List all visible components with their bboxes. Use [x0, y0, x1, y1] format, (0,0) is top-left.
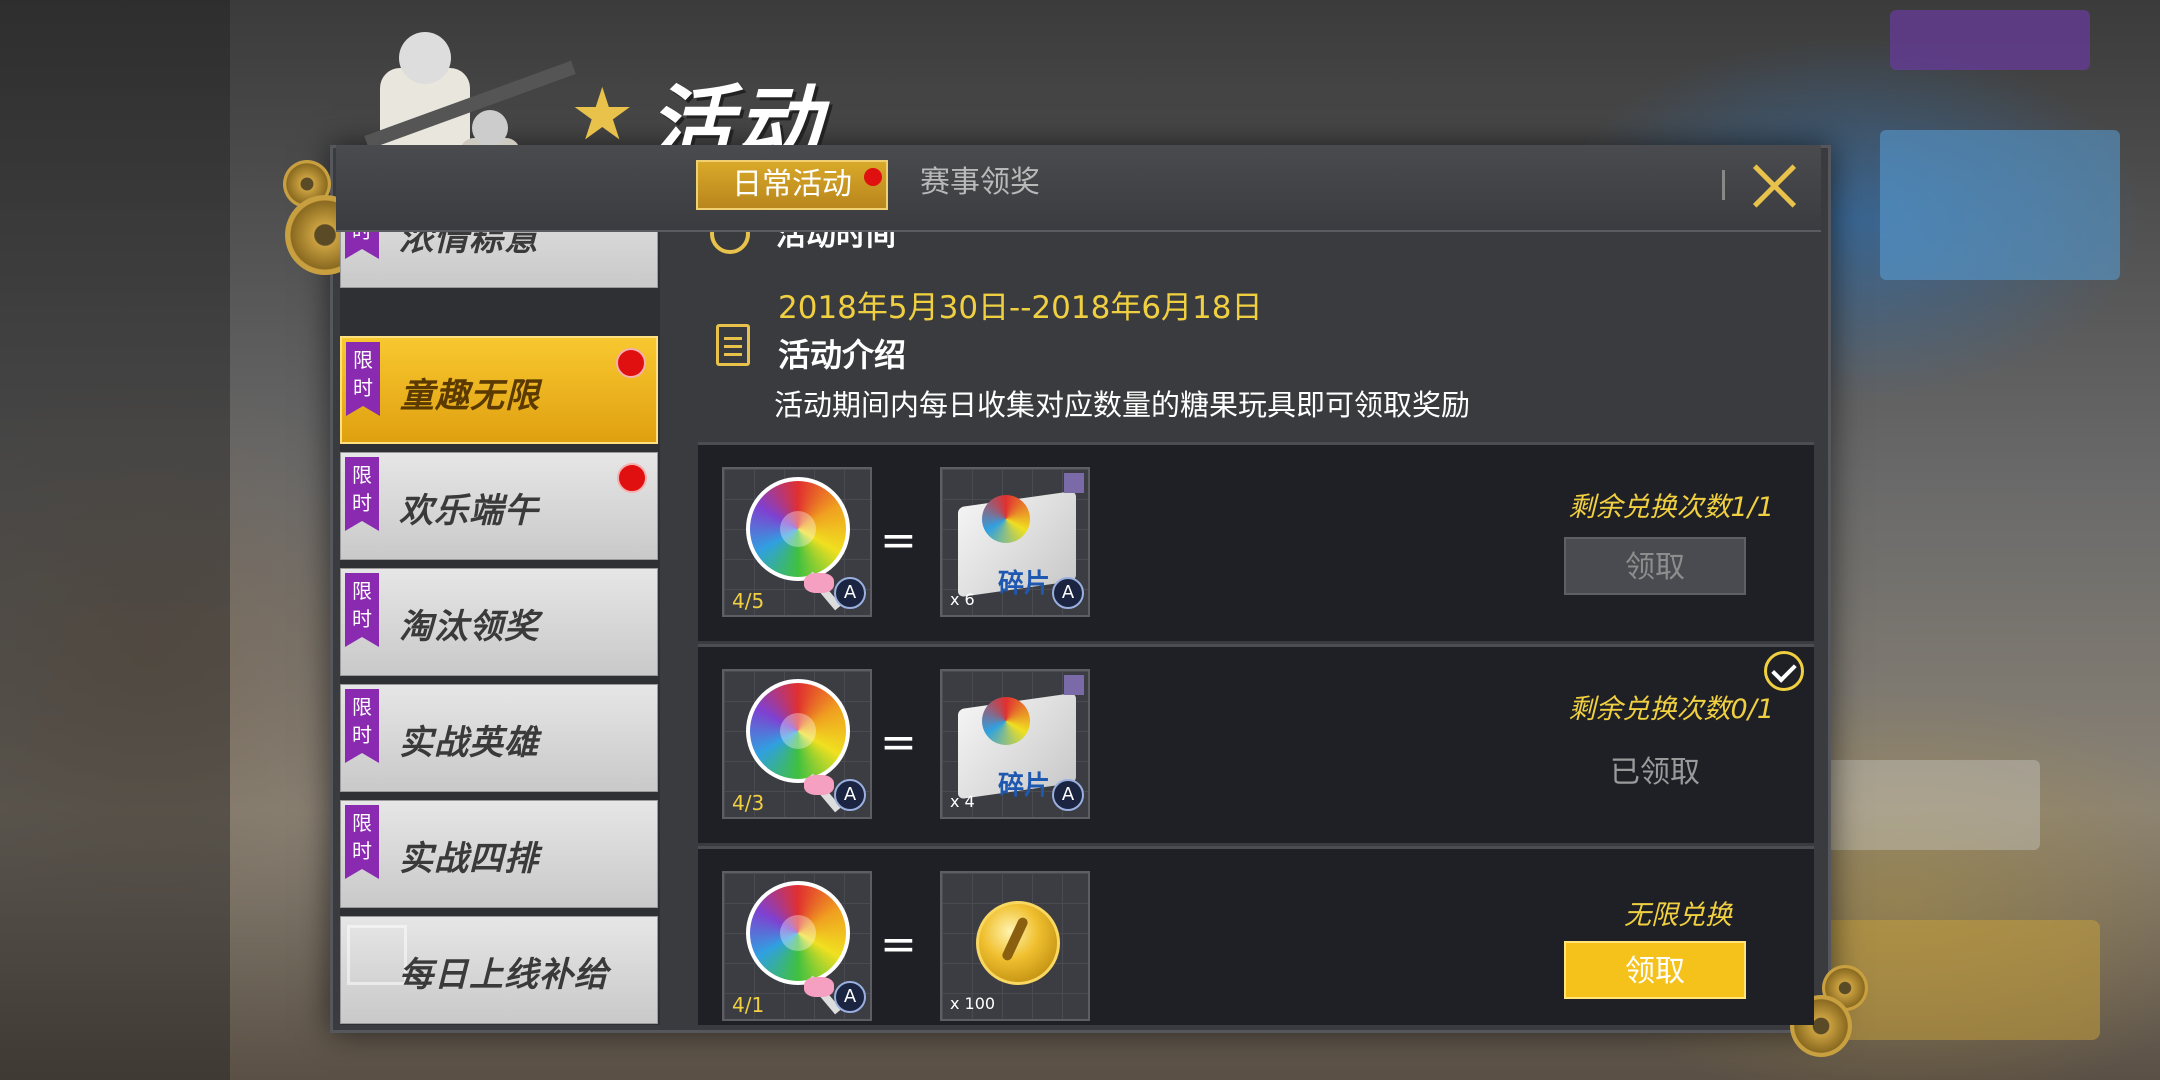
sidebar-item-label: 实战四排 [399, 839, 539, 879]
reward-quantity: x 6 [950, 590, 975, 609]
puzzle-corner-icon [1064, 473, 1084, 493]
lollipop-icon [746, 881, 850, 985]
sidebar-item-zongyi[interactable]: 限时 浓情粽意 [340, 232, 658, 288]
bow-icon [804, 573, 834, 593]
claim-button[interactable]: 领取 [1564, 537, 1746, 595]
limited-tag: 限时 [345, 689, 379, 763]
fragment-label: 碎片 [998, 569, 1051, 599]
candy-slot[interactable]: A 4/3 [722, 669, 872, 819]
grade-badge: A [834, 981, 866, 1013]
equals-sign: = [880, 515, 917, 566]
limited-tag: 限时 [345, 232, 379, 259]
lollipop-icon [982, 495, 1030, 543]
claimed-check-icon [1764, 651, 1804, 691]
intro-heading: 活动介绍 [778, 336, 907, 374]
sidebar-item-duanwu[interactable]: 限时 欢乐端午 [340, 452, 658, 560]
sidebar-item-tongqu[interactable]: 限时 童趣无限 [340, 336, 658, 444]
clock-icon [710, 232, 750, 254]
limited-tag: 限时 [345, 573, 379, 647]
intro-text: 活动期间内每日收集对应数量的糖果玩具即可领取奖励 [774, 388, 1471, 422]
grade-badge: A [834, 577, 866, 609]
tab-daily-activity[interactable]: 日常活动 [696, 160, 888, 210]
sidebar-item-label: 实战英雄 [399, 723, 539, 763]
reward-quantity: x 100 [950, 994, 996, 1013]
bow-icon [804, 775, 834, 795]
lollipop-icon [982, 697, 1030, 745]
grade-badge: A [1052, 577, 1084, 609]
remaining-exchanges: 剩余兑换次数1/1 [1568, 492, 1774, 523]
background-sidebar [0, 0, 230, 1080]
candy-count: 4/1 [732, 993, 765, 1017]
sidebar-item-label: 每日上线补给 [399, 955, 609, 995]
reward-row: A 4/5 = 碎片 A x 6 剩余兑换次数1/1 领取 [698, 442, 1814, 641]
fragment-label: 碎片 [998, 771, 1051, 801]
date-range: 2018年5月30日--2018年6月18日 [778, 290, 1263, 326]
gold-coin-icon [976, 901, 1060, 985]
bow-icon [804, 977, 834, 997]
candy-slot[interactable]: A 4/1 [722, 871, 872, 1021]
limited-tag: 限时 [345, 457, 379, 531]
close-button[interactable] [1748, 160, 1800, 212]
grade-badge: A [834, 779, 866, 811]
star-icon: ★ [570, 72, 635, 156]
sidebar-item-sipai[interactable]: 限时 实战四排 [340, 800, 658, 908]
reward-row: A 4/3 = 碎片 A x 4 剩余兑换次数0/1 已领取 [698, 644, 1814, 843]
sidebar-item-daily-login[interactable]: 每日上线补给 [340, 916, 658, 1024]
gift-icon [347, 925, 407, 985]
tab-divider [1722, 170, 1725, 200]
candy-slot[interactable]: A 4/5 [722, 467, 872, 617]
puzzle-corner-icon [1064, 675, 1084, 695]
candy-count: 4/5 [732, 589, 765, 613]
limited-tag: 限时 [346, 342, 380, 416]
notification-dot [616, 348, 646, 378]
claim-button[interactable]: 领取 [1564, 941, 1746, 999]
sidebar-item-label: 童趣无限 [400, 376, 540, 416]
limited-tag: 限时 [345, 805, 379, 879]
time-heading: 活动时间 [776, 232, 896, 253]
remaining-exchanges: 无限兑换 [1624, 900, 1732, 931]
equals-sign: = [880, 919, 917, 970]
background-banner [1880, 130, 2120, 280]
sidebar-item-label: 浓情粽意 [399, 232, 539, 259]
activity-sidebar[interactable]: 限时 浓情粽意 限时 童趣无限 限时 欢乐端午 限时 淘汰领奖 限时 实战英雄 … [340, 232, 660, 1025]
tab-label: 日常活动 [732, 167, 852, 202]
grade-badge: A [1052, 779, 1084, 811]
tab-tournament-reward[interactable]: 赛事领奖 [920, 160, 1080, 206]
background-button [1890, 10, 2090, 70]
lollipop-icon [746, 477, 850, 581]
activity-content[interactable]: 活动时间 2018年5月30日--2018年6月18日 活动介绍 活动期间内每日… [666, 232, 1821, 1025]
notification-dot [864, 168, 882, 186]
remaining-exchanges: 剩余兑换次数0/1 [1568, 694, 1774, 725]
sidebar-item-label: 欢乐端午 [399, 491, 539, 531]
sidebar-item-taotai[interactable]: 限时 淘汰领奖 [340, 568, 658, 676]
sidebar-item-yingxiong[interactable]: 限时 实战英雄 [340, 684, 658, 792]
reward-slot[interactable]: 碎片 A x 6 [940, 467, 1090, 617]
tab-label: 赛事领奖 [920, 165, 1040, 200]
candy-count: 4/3 [732, 791, 765, 815]
reward-slot[interactable]: 碎片 A x 4 [940, 669, 1090, 819]
lollipop-icon [746, 679, 850, 783]
equals-sign: = [880, 717, 917, 768]
reward-row: A 4/1 = x 100 无限兑换 领取 [698, 846, 1814, 1025]
document-icon [716, 324, 750, 366]
reward-quantity: x 4 [950, 792, 975, 811]
reward-slot[interactable]: x 100 [940, 871, 1090, 1021]
claimed-status: 已领取 [1610, 755, 1700, 790]
sidebar-item-label: 淘汰领奖 [399, 607, 539, 647]
notification-dot [617, 463, 647, 493]
